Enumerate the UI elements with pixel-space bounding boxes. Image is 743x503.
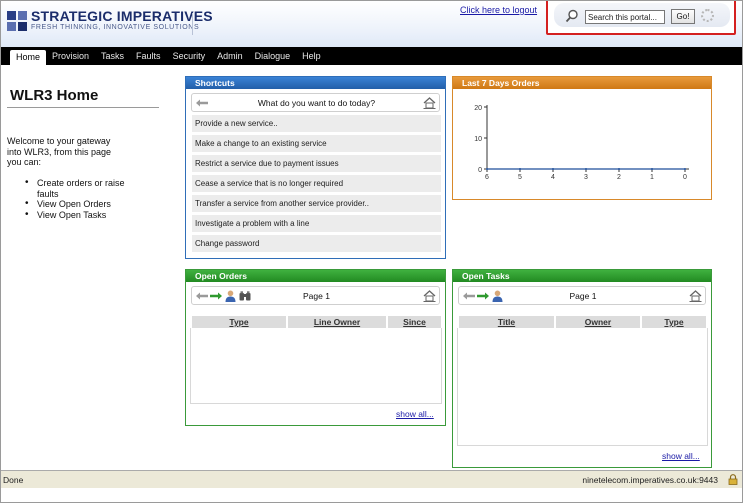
nav-item-faults[interactable]: Faults (130, 47, 167, 65)
logout-link[interactable]: Click here to logout (460, 5, 537, 15)
orders-chart-title: Last 7 Days Orders (453, 77, 711, 89)
lock-icon[interactable] (728, 474, 738, 485)
search-icon (565, 9, 578, 23)
data-point (618, 168, 620, 170)
nav-item-security[interactable]: Security (167, 47, 212, 65)
open-tasks-show-all-link[interactable]: show all... (662, 451, 700, 461)
open-orders-toolbar: Page 1 (191, 286, 440, 305)
page-title: WLR3 Home (10, 87, 99, 104)
shortcut-change-password[interactable]: Change password (192, 235, 441, 252)
main-nav: Home Provision Tasks Faults Security Adm… (1, 47, 742, 65)
shortcut-cease-service[interactable]: Cease a service that is no longer requir… (192, 175, 441, 192)
x-tick-label: 6 (485, 174, 489, 181)
open-orders-grid-body (190, 328, 442, 404)
list-item: View Open Orders (25, 199, 125, 210)
open-tasks-page-label: Page 1 (569, 291, 597, 301)
nav-item-tasks[interactable]: Tasks (95, 47, 130, 65)
brand-name: STRATEGIC IMPERATIVES (31, 8, 213, 24)
shortcut-transfer-service[interactable]: Transfer a service from another service … (192, 195, 441, 212)
home-icon[interactable] (423, 97, 436, 109)
y-tick-label: 20 (474, 105, 482, 112)
nav-item-admin[interactable]: Admin (211, 47, 249, 65)
search-go-button[interactable]: Go! (671, 9, 695, 24)
brand-tagline: FRESH THINKING, INNOVATIVE SOLUTIONS (31, 24, 200, 31)
shortcut-investigate-line[interactable]: Investigate a problem with a line (192, 215, 441, 232)
brand-logo-mark (7, 10, 27, 31)
column-header-line-owner[interactable]: Line Owner (288, 316, 388, 328)
shortcuts-prompt: What do you want to do today? (257, 98, 376, 108)
data-point (486, 168, 488, 170)
brand-logo: STRATEGIC IMPERATIVES FRESH THINKING, IN… (7, 9, 213, 32)
window-bottom-edge (1, 488, 742, 502)
x-tick-label: 4 (551, 174, 555, 181)
nav-item-home[interactable]: Home (10, 50, 47, 65)
data-point (519, 168, 521, 170)
header-divider (192, 13, 193, 35)
browser-status-bar: Done ninetelecom.imperatives.co.uk:9443 (1, 470, 742, 488)
data-point (651, 168, 653, 170)
data-point (585, 168, 587, 170)
search-input[interactable] (585, 10, 665, 24)
open-orders-page-label: Page 1 (303, 291, 330, 301)
nav-item-help[interactable]: Help (296, 47, 327, 65)
open-tasks-panel: Open Tasks Page 1 Title Owner Type show … (452, 269, 712, 468)
x-tick-label: 5 (518, 174, 522, 181)
y-tick-label: 10 (474, 136, 482, 143)
search-bar: Go! (554, 3, 730, 27)
nav-item-dialogue[interactable]: Dialogue (249, 47, 297, 65)
column-header-owner[interactable]: Owner (556, 316, 642, 328)
shortcuts-toolbar: What do you want to do today? (191, 93, 440, 112)
open-orders-panel: Open Orders Page 1 Type Line Owner Since… (185, 269, 446, 426)
nav-item-provision[interactable]: Provision (46, 47, 95, 65)
x-tick-label: 1 (650, 174, 654, 181)
status-host: ninetelecom.imperatives.co.uk:9443 (582, 475, 718, 485)
x-tick-label: 2 (617, 174, 621, 181)
column-header-title[interactable]: Title (459, 316, 556, 328)
search-area: Go! (546, 1, 736, 35)
shortcut-restrict-service[interactable]: Restrict a service due to payment issues (192, 155, 441, 172)
shortcut-provide-service[interactable]: Provide a new service.. (192, 115, 441, 132)
browser-page: STRATEGIC IMPERATIVES FRESH THINKING, IN… (0, 0, 743, 503)
column-header-type[interactable]: Type (192, 316, 288, 328)
open-orders-show-all-link[interactable]: show all... (396, 409, 434, 419)
portal-header: STRATEGIC IMPERATIVES FRESH THINKING, IN… (1, 1, 742, 47)
open-tasks-grid-header: Title Owner Type (459, 316, 706, 328)
y-tick-label: 0 (478, 167, 482, 174)
home-icon[interactable] (423, 290, 436, 302)
open-tasks-grid-body (457, 328, 708, 446)
x-tick-label: 0 (683, 174, 687, 181)
column-header-since[interactable]: Since (388, 316, 441, 328)
data-point (552, 168, 554, 170)
capability-list: Create orders or raise faults View Open … (25, 178, 125, 220)
open-tasks-toolbar: Page 1 (458, 286, 706, 305)
list-item: Create orders or raise faults (25, 178, 125, 199)
column-header-type[interactable]: Type (642, 316, 706, 328)
loading-spinner-icon (701, 9, 714, 22)
open-tasks-title: Open Tasks (453, 270, 711, 282)
x-tick-label: 3 (584, 174, 588, 181)
list-item: View Open Tasks (25, 210, 125, 221)
shortcuts-panel: Shortcuts What do you want to do today? … (185, 76, 446, 259)
status-text: Done (3, 475, 24, 485)
shortcut-change-service[interactable]: Make a change to an existing service (192, 135, 441, 152)
data-point (684, 168, 686, 170)
open-orders-title: Open Orders (186, 270, 445, 282)
welcome-text: Welcome to your gateway into WLR3, from … (7, 136, 112, 167)
orders-line-chart: 201006 5 4 3 2 1 0 (474, 105, 689, 181)
orders-chart-panel: Last 7 Days Orders 20 10 0 6 5 4 3 2 1 0 (452, 76, 712, 200)
title-divider (7, 107, 159, 108)
home-icon[interactable] (689, 290, 702, 302)
shortcuts-panel-title: Shortcuts (186, 77, 445, 89)
open-orders-grid-header: Type Line Owner Since (192, 316, 441, 328)
